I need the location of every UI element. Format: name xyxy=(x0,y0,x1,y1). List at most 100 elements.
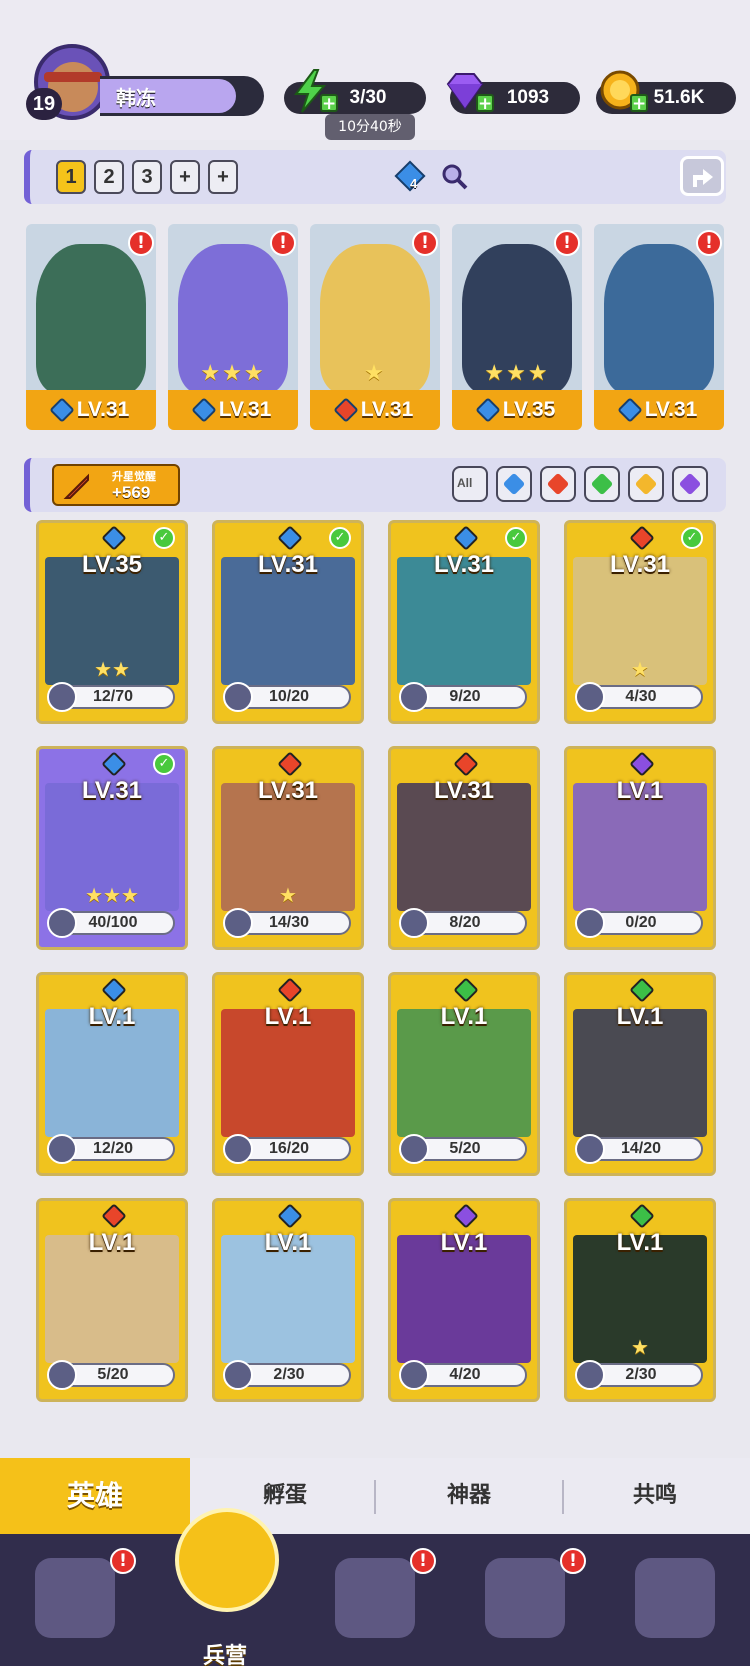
shard-icon xyxy=(575,908,605,938)
magnifier-icon[interactable] xyxy=(440,162,470,192)
hero-shard-count: 2/30 xyxy=(625,1366,657,1383)
avatar-headband xyxy=(44,72,102,82)
hero-level: LV.1 xyxy=(616,1003,664,1030)
hero-card[interactable]: LV.31 8/20 xyxy=(388,746,540,950)
team-tab-add-2[interactable]: + xyxy=(208,160,238,194)
hero-shard-bar: 5/20 xyxy=(47,1360,175,1390)
checkmark-icon: ✓ xyxy=(153,753,175,775)
hero-shard-bar: 12/20 xyxy=(47,1134,175,1164)
tab-resonance[interactable]: 共鸣 xyxy=(560,1458,750,1534)
hero-shard-bar: 4/20 xyxy=(399,1360,527,1390)
team-tab-3[interactable]: 3 xyxy=(132,160,162,194)
shard-icon xyxy=(399,1360,429,1390)
hero-card[interactable]: LV.1 12/20 xyxy=(36,972,188,1176)
water-element-icon xyxy=(502,472,526,496)
top-bar: 韩冻 19 3/30 + 10分40秒 1093 + 51.6K + xyxy=(0,0,750,140)
tab-heroes[interactable]: 英雄 xyxy=(0,1458,190,1534)
hero-card[interactable]: LV.35 ★★ 12/70 ✓ xyxy=(36,520,188,724)
fire-element-icon xyxy=(453,751,479,777)
shard-icon xyxy=(223,908,253,938)
filter-light-button[interactable] xyxy=(628,466,664,502)
shard-icon xyxy=(399,908,429,938)
nav-book[interactable]: ! xyxy=(300,1544,450,1666)
nav-mushroom[interactable] xyxy=(600,1544,750,1666)
dark-element-icon xyxy=(678,472,702,496)
nav-temple[interactable]: ! xyxy=(450,1544,600,1666)
nav-barracks[interactable]: 兵营 xyxy=(150,1508,300,1666)
gold-add-button[interactable]: + xyxy=(630,94,648,113)
shard-icon xyxy=(575,1134,605,1164)
nature-element-icon xyxy=(590,472,614,496)
hero-shard-bar: 2/30 xyxy=(223,1360,351,1390)
hero-card[interactable]: LV.1 5/20 xyxy=(388,972,540,1176)
team-slot-level: LV.31 xyxy=(310,390,440,430)
hero-stars: ★ xyxy=(364,361,386,386)
water-element-icon xyxy=(101,751,127,777)
team-slot-alert-icon: ! xyxy=(554,230,580,256)
hero-shard-count: 14/20 xyxy=(620,1140,662,1157)
hero-shard-bar: 2/30 xyxy=(575,1360,703,1390)
share-button[interactable] xyxy=(680,156,724,196)
player-name-bar[interactable]: 韩冻 xyxy=(100,76,264,116)
hero-card[interactable]: LV.31 ★★★ 40/100 ✓ xyxy=(36,746,188,950)
hero-shard-bar: 40/100 xyxy=(47,908,175,938)
energy-add-button[interactable]: + xyxy=(320,94,338,113)
hero-card[interactable]: LV.31 10/20 ✓ xyxy=(212,520,364,724)
hero-portrait xyxy=(604,244,714,394)
tab-artifacts[interactable]: 神器 xyxy=(374,1458,564,1534)
energy-timer: 10分40秒 xyxy=(325,114,415,140)
hero-level: LV.1 xyxy=(616,777,664,804)
checkmark-icon: ✓ xyxy=(505,527,527,549)
hero-card[interactable]: LV.1 16/20 xyxy=(212,972,364,1176)
hero-level: LV.31 xyxy=(81,777,143,804)
star-awaken-button[interactable]: 升星觉醒 +569 xyxy=(52,464,180,506)
energy-value: 3/30 xyxy=(349,87,387,108)
team-tab-1[interactable]: 1 xyxy=(56,160,86,194)
nav-cards[interactable]: ! xyxy=(0,1544,150,1666)
share-arrow-icon xyxy=(693,169,713,187)
fire-element-icon xyxy=(277,751,303,777)
hero-card[interactable]: LV.1 14/20 xyxy=(564,972,716,1176)
filter-dark-button[interactable] xyxy=(672,466,708,502)
dark-element-icon xyxy=(629,751,655,777)
fire-element-icon xyxy=(277,977,303,1003)
hero-shard-bar: 12/70 xyxy=(47,682,175,712)
nav-barracks-label: 兵营 xyxy=(202,1644,247,1666)
hero-level: LV.1 xyxy=(264,1229,312,1256)
fire-element-icon xyxy=(332,397,359,423)
hero-card[interactable]: LV.31 ★ 14/30 xyxy=(212,746,364,950)
gem-add-button[interactable]: + xyxy=(476,94,494,113)
light-element-icon xyxy=(634,472,658,496)
hero-shard-bar: 9/20 xyxy=(399,682,527,712)
team-slot-alert-icon: ! xyxy=(128,230,154,256)
filter-water-button[interactable] xyxy=(496,466,532,502)
hero-card[interactable]: LV.31 9/20 ✓ xyxy=(388,520,540,724)
team-tab-2[interactable]: 2 xyxy=(94,160,124,194)
filter-fire-button[interactable] xyxy=(540,466,576,502)
hero-card[interactable]: LV.1 5/20 xyxy=(36,1198,188,1402)
shard-icon xyxy=(399,682,429,712)
checkmark-icon: ✓ xyxy=(153,527,175,549)
book-icon xyxy=(335,1558,415,1638)
filter-nature-button[interactable] xyxy=(584,466,620,502)
fire-element-icon xyxy=(101,1203,127,1229)
team-tab-add-1[interactable]: + xyxy=(170,160,200,194)
filter-all-button[interactable]: All xyxy=(452,466,488,502)
element-badge-count: 4 xyxy=(410,176,418,191)
hero-shard-count: 2/30 xyxy=(273,1366,305,1383)
team-slot-level: LV.31 xyxy=(168,390,298,430)
nature-element-icon xyxy=(629,977,655,1003)
hero-card[interactable]: LV.1 0/20 xyxy=(564,746,716,950)
hero-level: LV.31 xyxy=(609,551,671,578)
hero-shard-bar: 14/20 xyxy=(575,1134,703,1164)
water-element-icon xyxy=(277,525,303,551)
hero-card[interactable]: LV.1 ★ 2/30 xyxy=(564,1198,716,1402)
bottom-navigation: ! 兵营 ! ! xyxy=(0,1508,750,1666)
shard-icon xyxy=(223,682,253,712)
hero-subtabs: 英雄 孵蛋 神器 共鸣 xyxy=(0,1458,750,1534)
hero-card[interactable]: LV.1 4/20 xyxy=(388,1198,540,1402)
hero-stars: ★★★ xyxy=(484,361,550,386)
player-level-badge: 19 xyxy=(26,88,62,120)
hero-card[interactable]: LV.1 2/30 xyxy=(212,1198,364,1402)
hero-card[interactable]: LV.31 ★ 4/30 ✓ xyxy=(564,520,716,724)
